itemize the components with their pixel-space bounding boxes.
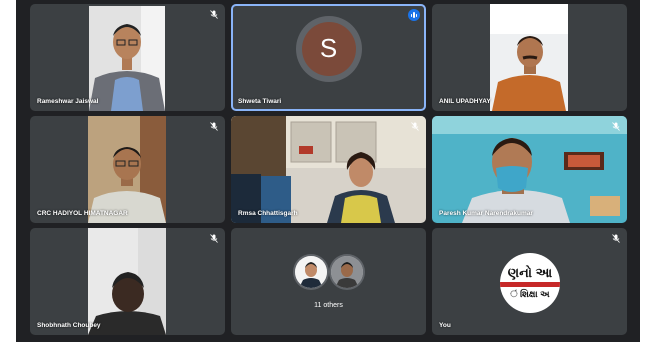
mic-muted-icon: [209, 233, 219, 243]
participant-tile-rmsa[interactable]: Rmsa Chhattisgarh: [231, 116, 426, 223]
others-tile[interactable]: 11 others: [231, 228, 426, 335]
participant-video: [88, 116, 166, 223]
avatar: [330, 256, 363, 288]
participant-video: [89, 6, 165, 111]
participant-name: CRC HADIYOL HIMATNAGAR: [37, 210, 128, 217]
participant-tile-shweta[interactable]: S Shweta Tiwari: [231, 4, 426, 111]
meeting-grid: Rameshwar Jaiswal S Shweta Tiwari ANIL U…: [16, 0, 640, 342]
participant-video: [490, 4, 568, 111]
mic-muted-icon: [611, 121, 621, 131]
logo-bar: [500, 282, 560, 287]
mic-muted-icon: [209, 121, 219, 131]
avatar: S: [301, 21, 356, 76]
speaking-indicator-icon: [408, 9, 420, 21]
participant-video: [231, 116, 426, 223]
others-count: 11 others: [314, 302, 343, 309]
participant-name: Paresh Kumar Narendrakumar: [439, 210, 533, 217]
participant-name: Rameshwar Jaiswal: [37, 98, 99, 105]
avatar: [294, 256, 327, 288]
participant-name: Rmsa Chhattisgarh: [238, 210, 298, 217]
participant-tile-anil[interactable]: ANIL UPADHYAY: [432, 4, 627, 111]
mic-muted-icon: [611, 233, 621, 243]
participant-tile-paresh[interactable]: Paresh Kumar Narendrakumar: [432, 116, 627, 223]
participant-video: [432, 116, 627, 223]
participant-name: ANIL UPADHYAY: [439, 98, 491, 105]
participant-tile-shobhnath[interactable]: Shobhnath Choubey: [30, 228, 225, 335]
mic-muted-icon: [209, 9, 219, 19]
participant-name: Shobhnath Choubey: [37, 322, 101, 329]
participant-tile-rameshwar[interactable]: Rameshwar Jaiswal: [30, 4, 225, 111]
logo-text: ણનો આ: [507, 265, 553, 280]
others-avatars: [294, 256, 363, 288]
participant-tile-you[interactable]: ણનો આ ં શિક્ષા અ You: [432, 228, 627, 335]
logo-text: ં શિક્ષા અ: [510, 289, 550, 299]
participant-tile-crc[interactable]: CRC HADIYOL HIMATNAGAR: [30, 116, 225, 223]
mic-muted-icon: [410, 121, 420, 131]
participant-video: [88, 228, 166, 335]
participant-name: You: [439, 322, 451, 329]
organization-logo: ણનો આ ં શિક્ષા અ: [500, 253, 560, 313]
participant-name: Shweta Tiwari: [238, 98, 282, 105]
